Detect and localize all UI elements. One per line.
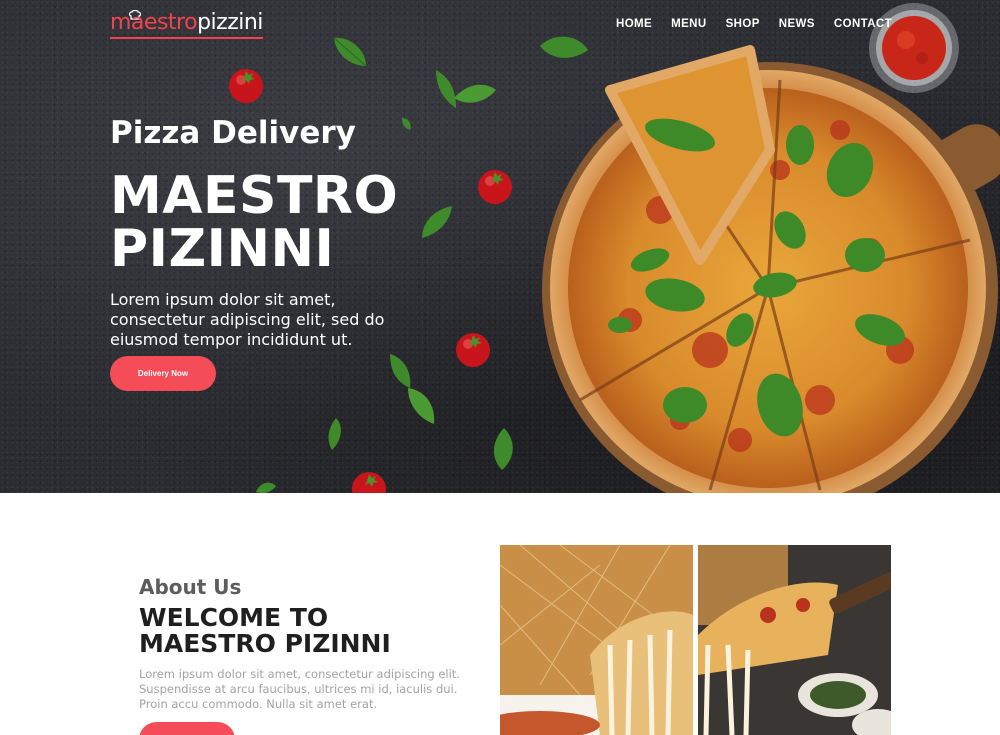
basil-leaf-image [333, 37, 367, 67]
cheese-pull-photo-right [698, 545, 891, 735]
tomato-image [229, 69, 263, 103]
delivery-now-button[interactable]: Delivery Now [110, 356, 216, 391]
basil-leaf-image [493, 428, 513, 470]
nav-menu[interactable]: MENU [671, 18, 706, 30]
hero-description: Lorem ipsum dolor sit amet, consectetur … [110, 290, 385, 349]
sauce-bowl-image [869, 3, 959, 93]
brand-logo[interactable]: maestropizzini [110, 10, 263, 42]
brand-name-part1: maestro [110, 10, 198, 35]
nav-contact[interactable]: CONTACT [834, 18, 892, 30]
about-text: Lorem ipsum dolor sit amet, consectetur … [139, 667, 460, 711]
about-title-line2: MAESTRO PIZINNI [139, 629, 391, 658]
tomato-image [478, 170, 512, 204]
basil-leaf-image [436, 70, 496, 108]
basil-leaf-image [390, 354, 435, 424]
logo-underline [110, 37, 263, 39]
basil-leaf-image [328, 418, 341, 450]
about-section: About Us WELCOME TO MAESTRO PIZINNI Lore… [0, 493, 1000, 735]
cheese-pull-photo-left [500, 545, 693, 735]
hero-text-block: Pizza Delivery MAESTRO PIZINNI Lorem ips… [110, 115, 410, 350]
basil-leaf-image [256, 482, 276, 493]
about-read-more-button[interactable] [139, 722, 235, 735]
main-nav: HOME MENU SHOP NEWS CONTACT [616, 18, 892, 30]
hero-title-line1: MAESTRO [110, 166, 399, 226]
tomato-image [352, 472, 386, 493]
nav-news[interactable]: NEWS [779, 18, 815, 30]
tomato-image [456, 333, 490, 367]
hero-section: maestropizzini HOME MENU SHOP NEWS CONTA… [0, 0, 1000, 493]
hero-title: MAESTRO PIZINNI [110, 170, 410, 276]
about-title-line1: WELCOME TO [139, 603, 329, 632]
brand-name-part2: pizzini [197, 10, 263, 35]
about-label: About Us [139, 575, 242, 599]
nav-home[interactable]: HOME [616, 18, 652, 30]
hero-title-line2: PIZINNI [110, 219, 335, 279]
about-title: WELCOME TO MAESTRO PIZINNI [139, 605, 469, 657]
basil-leaf-image [422, 206, 452, 238]
nav-shop[interactable]: SHOP [726, 18, 760, 30]
hero-subtitle: Pizza Delivery [110, 115, 356, 151]
